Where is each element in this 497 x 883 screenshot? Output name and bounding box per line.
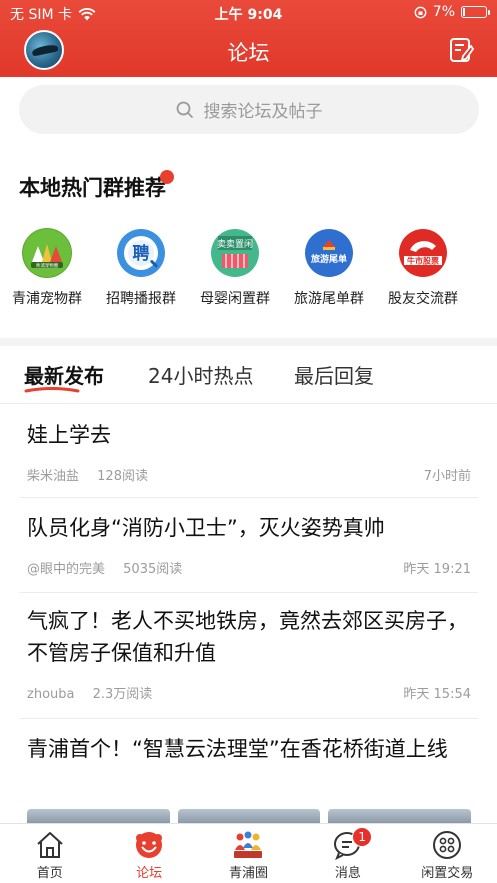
post-thumbnail[interactable]: [177, 809, 321, 823]
trade-icon: [433, 831, 462, 859]
post-item[interactable]: 气疯了！老人不买地铁房，竟然去郊区买房子，不管房子保值和升值 zhouba 2.…: [27, 605, 471, 702]
group-label: 招聘播报群: [106, 291, 176, 307]
post-time: 7小时前: [423, 469, 471, 484]
post-meta: @眼中的完美 5035阅读 昨天 19:21: [27, 558, 471, 577]
tab-latest[interactable]: 最新发布: [24, 360, 104, 389]
row-separator: [19, 592, 478, 593]
search-placeholder: 搜索论坛及帖子: [203, 102, 323, 122]
group-label: 旅游尾单群: [294, 291, 364, 307]
page-title: 论坛: [227, 41, 270, 65]
svg-text:牛市股票: 牛市股票: [407, 256, 439, 266]
tabbar-home[interactable]: 首页: [0, 824, 99, 883]
post-title: 青浦首个！“智慧云法理堂”在香花桥街道上线: [27, 737, 448, 761]
unread-badge: 1: [352, 827, 373, 847]
bottom-tab-bar: 首页 论坛 青浦圈 1 消息 闲置交易: [0, 823, 497, 883]
battery-percent: 7%: [432, 4, 455, 20]
post-meta: zhouba 2.3万阅读 昨天 15:54: [27, 683, 471, 702]
travel-group-icon: 旅游尾单: [304, 228, 354, 278]
tab-label: 首页: [36, 866, 63, 881]
post-item[interactable]: 队员化身“消防小卫士”，灭火姿势真帅 @眼中的完美 5035阅读 昨天 19:2…: [27, 512, 471, 577]
circle-icon: [234, 831, 263, 858]
post-item[interactable]: 青浦首个！“智慧云法理堂”在香花桥街道上线: [27, 733, 471, 765]
group-label: 青浦宠物群: [12, 291, 82, 307]
post-reads: 128阅读: [97, 469, 148, 484]
section-divider: [0, 338, 497, 346]
post-author: 柴米油盐: [27, 469, 80, 484]
post-author: @眼中的完美: [27, 562, 106, 577]
tab-label: 论坛: [136, 866, 163, 881]
orientation-lock-icon: [414, 6, 427, 18]
nav-bar: 论坛: [0, 26, 497, 77]
post-item[interactable]: 娃上学去 柴米油盐 128阅读 7小时前: [27, 419, 471, 484]
stocks-group-icon: 牛市股票: [398, 228, 448, 278]
post-thumbnail[interactable]: [27, 809, 170, 823]
group-item-baby[interactable]: 卖卖置闲 母婴闲置群: [188, 228, 282, 308]
search-bar[interactable]: 搜索论坛及帖子: [19, 85, 479, 134]
group-label: 股友交流群: [388, 291, 458, 307]
row-separator: [19, 497, 478, 498]
compose-post-icon[interactable]: [447, 36, 475, 64]
new-indicator-dot: [160, 170, 174, 184]
tab-last-reply[interactable]: 最后回复: [294, 360, 374, 389]
tabbar-forum[interactable]: 论坛: [99, 824, 198, 883]
groups-section-title: 本地热门群推荐: [19, 170, 174, 202]
post-time: 昨天 19:21: [403, 562, 471, 577]
post-image-strip: [27, 809, 471, 823]
tab-label: 消息: [334, 866, 361, 881]
tabbar-circle[interactable]: 青浦圈: [199, 824, 298, 883]
row-separator: [19, 718, 478, 719]
baby-goods-group-icon: 卖卖置闲: [210, 228, 260, 278]
app-header: 无 SIM 卡 上午 9:04 7% 论坛: [0, 0, 497, 77]
post-author: zhouba: [27, 687, 75, 702]
svg-text:旅游尾单: 旅游尾单: [311, 253, 347, 265]
post-reads: 5035阅读: [123, 562, 183, 577]
svg-text:青浦宠物圈: 青浦宠物圈: [36, 262, 59, 269]
active-tab-indicator: [24, 387, 80, 393]
post-title: 娃上学去: [27, 423, 111, 447]
status-bar: 无 SIM 卡 上午 9:04 7%: [0, 0, 497, 26]
svg-text:卖卖置闲: 卖卖置闲: [217, 239, 253, 250]
svg-text:聘: 聘: [133, 243, 150, 264]
tab-24h-hot[interactable]: 24小时热点: [148, 360, 253, 389]
tab-label: 闲置交易: [421, 866, 474, 881]
group-item-jobs[interactable]: 聘 招聘播报群: [94, 228, 188, 308]
tabbar-messages[interactable]: 1 消息: [298, 824, 397, 883]
battery-icon: [461, 6, 490, 18]
feed-tabs: 最新发布 24小时热点 最后回复: [0, 346, 497, 404]
post-time: 昨天 15:54: [403, 687, 471, 702]
jobs-group-icon: 聘: [116, 228, 166, 278]
group-item-stocks[interactable]: 牛市股票 股友交流群: [376, 228, 470, 308]
post-title: 气疯了！老人不买地铁房，竟然去郊区买房子，不管房子保值和升值: [27, 609, 468, 665]
group-label: 母婴闲置群: [200, 291, 270, 307]
post-meta: 柴米油盐 128阅读 7小时前: [27, 465, 471, 484]
pets-group-icon: 青浦宠物圈: [22, 228, 72, 278]
search-icon: [176, 101, 193, 118]
tab-label: 青浦圈: [228, 866, 268, 881]
home-icon: [37, 832, 63, 858]
tabbar-trade[interactable]: 闲置交易: [398, 824, 497, 883]
group-item-pets[interactable]: 青浦宠物圈 青浦宠物群: [0, 228, 94, 308]
groups-list: 青浦宠物圈 青浦宠物群 聘 招聘播报群 卖卖置闲 母婴闲置群 旅游尾单 旅游尾单…: [0, 228, 497, 308]
group-item-travel[interactable]: 旅游尾单 旅游尾单群: [282, 228, 376, 308]
post-reads: 2.3万阅读: [92, 687, 153, 702]
post-title: 队员化身“消防小卫士”，灭火姿势真帅: [27, 516, 385, 540]
post-thumbnail[interactable]: [328, 809, 471, 823]
forum-icon: [136, 832, 163, 858]
